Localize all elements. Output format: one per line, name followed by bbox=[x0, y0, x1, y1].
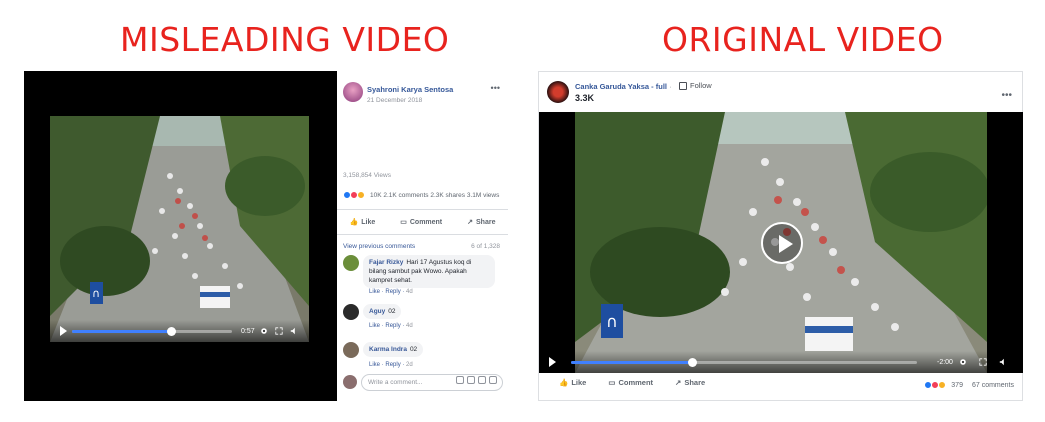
comments-count[interactable]: 67 comments bbox=[972, 382, 1014, 389]
follow-button[interactable]: Follow bbox=[679, 81, 712, 90]
view-count: 3,158,854 Views bbox=[343, 172, 391, 179]
misleading-video-controls: 0:57 bbox=[50, 320, 309, 342]
like-button[interactable]: 👍 Like bbox=[350, 218, 376, 227]
comment-input-icons bbox=[456, 376, 497, 384]
progress-fill bbox=[72, 330, 172, 333]
comment-bubble: Fajar Rizky Hari 17 Agustus koq di bilang… bbox=[363, 255, 495, 288]
emoji-icon[interactable] bbox=[456, 376, 464, 384]
gear-icon[interactable] bbox=[260, 327, 268, 335]
video-time: 0:57 bbox=[241, 328, 255, 335]
camera-icon[interactable] bbox=[467, 376, 475, 384]
comment-time: 4d bbox=[406, 323, 413, 329]
gif-icon[interactable] bbox=[478, 376, 486, 384]
comment-reply-link[interactable]: Reply bbox=[385, 323, 400, 329]
comment-like-link[interactable]: Like bbox=[369, 289, 380, 295]
misleading-video-heading: MISLEADING VIDEO bbox=[120, 20, 450, 59]
original-video-panel: Canka Garuda Yaksa - full · Follow 3.3K … bbox=[538, 71, 1023, 401]
original-video-heading: ORIGINAL VIDEO bbox=[662, 20, 944, 59]
comment-text: 02 bbox=[388, 308, 396, 315]
misleading-post-sidebar: Syahroni Karya Sentosa 21 December 2018 … bbox=[337, 71, 508, 401]
comment-like-link[interactable]: Like bbox=[369, 323, 380, 329]
avatar[interactable] bbox=[343, 342, 359, 358]
post-date[interactable]: 21 December 2018 bbox=[367, 97, 422, 104]
view-count: 3.3K bbox=[575, 93, 595, 103]
follow-icon bbox=[679, 81, 687, 90]
comment-meta: Like · Reply · 2d bbox=[369, 362, 413, 368]
misleading-video-player[interactable]: ∩ 0:57 bbox=[50, 116, 309, 342]
original-video-player[interactable]: ∩ -2:00 bbox=[539, 112, 1023, 373]
share-button[interactable]: ↗ Share bbox=[675, 378, 705, 387]
comment-bubble: Karma Indra 02 bbox=[363, 342, 424, 357]
volume-icon[interactable] bbox=[290, 327, 298, 335]
sticker-icon[interactable] bbox=[489, 376, 497, 384]
comment-button[interactable]: ▭ Comment bbox=[400, 218, 442, 227]
play-icon[interactable] bbox=[60, 326, 67, 336]
post-stats: 10K 2.1K comments 2.3K shares 3.1M views bbox=[370, 191, 500, 199]
video-time: -2:00 bbox=[937, 359, 953, 366]
progress-knob[interactable] bbox=[167, 327, 177, 336]
avatar[interactable] bbox=[343, 255, 359, 271]
fullscreen-icon[interactable] bbox=[275, 327, 283, 335]
comment-button[interactable]: ▭ Comment bbox=[608, 378, 653, 387]
comment-reply-link[interactable]: Reply bbox=[385, 289, 400, 295]
progress-track[interactable] bbox=[571, 358, 917, 367]
write-comment-area: Write a comment... bbox=[343, 373, 503, 393]
play-button[interactable] bbox=[761, 222, 803, 264]
view-previous-comments-link[interactable]: View previous comments bbox=[343, 243, 415, 250]
commenter-name[interactable]: Karma Indra bbox=[369, 346, 407, 353]
comment-time: 2d bbox=[406, 362, 413, 368]
reaction-summary[interactable]: 379 67 comments bbox=[924, 381, 1014, 389]
commenter-name[interactable]: Fajar Rizky bbox=[369, 259, 403, 266]
svg-text:∩: ∩ bbox=[606, 312, 618, 331]
more-options-icon[interactable]: ••• bbox=[491, 83, 500, 93]
comment-like-link[interactable]: Like bbox=[369, 362, 380, 368]
avatar[interactable] bbox=[547, 81, 569, 103]
avatar bbox=[343, 375, 357, 389]
post-author[interactable]: Canka Garuda Yaksa - full · bbox=[575, 82, 672, 91]
comment-reply-link[interactable]: Reply bbox=[385, 362, 400, 368]
wow-reaction-icon bbox=[938, 381, 947, 389]
svg-text:∩: ∩ bbox=[92, 287, 100, 300]
like-button[interactable]: 👍 Like bbox=[559, 378, 586, 387]
avatar[interactable] bbox=[343, 304, 359, 320]
post-author[interactable]: Syahroni Karya Sentosa bbox=[367, 85, 453, 94]
play-icon[interactable] bbox=[549, 357, 556, 367]
reaction-summary[interactable]: 10K 2.1K comments 2.3K shares 3.1M views bbox=[343, 191, 499, 199]
comment-meta: Like · Reply · 4d bbox=[369, 289, 413, 295]
gear-icon[interactable] bbox=[959, 358, 967, 366]
wow-reaction-icon bbox=[357, 191, 365, 199]
parade-scene-image: ∩ bbox=[50, 116, 309, 342]
comment-count: 6 of 1,328 bbox=[471, 243, 500, 250]
commenter-name[interactable]: Aguy bbox=[369, 308, 385, 315]
comment-meta: Like · Reply · 4d bbox=[369, 323, 413, 329]
share-button[interactable]: ↗ Share bbox=[467, 218, 495, 227]
progress-knob[interactable] bbox=[688, 358, 698, 367]
comment-time: 4d bbox=[406, 289, 413, 295]
original-video-controls: -2:00 bbox=[539, 351, 1023, 373]
avatar[interactable] bbox=[343, 82, 363, 102]
comment-bubble: Aguy 02 bbox=[363, 304, 402, 319]
post-actions: 👍 Like ▭ Comment ↗ Share bbox=[337, 209, 508, 235]
fullscreen-icon[interactable] bbox=[979, 358, 987, 366]
post-actions: 👍 Like ▭ Comment ↗ Share bbox=[559, 378, 705, 387]
misleading-video-panel: ∩ 0:57 Syahroni Karya Sentosa 21 Decembe… bbox=[24, 71, 508, 401]
progress-fill bbox=[571, 361, 693, 364]
more-options-icon[interactable]: ••• bbox=[1001, 90, 1012, 101]
volume-icon[interactable] bbox=[999, 358, 1007, 366]
comment-text: 02 bbox=[409, 346, 418, 353]
progress-track[interactable] bbox=[72, 327, 232, 336]
reaction-count: 379 bbox=[951, 381, 963, 389]
